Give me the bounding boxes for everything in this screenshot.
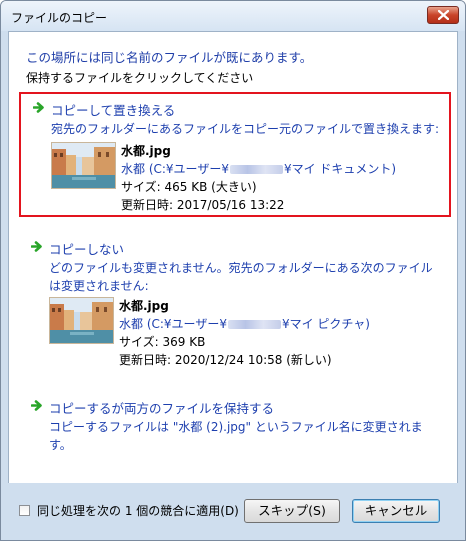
file-path-prefix: 水都 (C:¥ユーザー¥ (119, 317, 227, 331)
dialog-footer: 同じ処理を次の 1 個の競合に適用(D) スキップ(S) キャンセル (1, 483, 465, 540)
conflict-message: この場所には同じ名前のファイルが既にあります。 (26, 50, 313, 65)
close-button[interactable] (427, 6, 459, 24)
file-thumbnail (51, 142, 116, 189)
dialog-content: この場所には同じ名前のファイルが既にあります。 保持するファイルをクリックしてく… (8, 31, 458, 483)
file-path-suffix: ¥マイ ピクチャ) (281, 317, 370, 331)
file-name: 水都.jpg (121, 144, 171, 158)
file-name: 水都.jpg (119, 299, 169, 313)
apply-to-all-checkbox[interactable] (19, 505, 30, 516)
instruction-text: 保持するファイルをクリックしてください (26, 71, 254, 85)
cancel-button[interactable]: キャンセル (352, 499, 440, 523)
file-path-suffix: ¥マイ ドキュメント) (283, 162, 397, 176)
file-details: 水都.jpg 水都 (C:¥ユーザー¥ ¥マイ ドキュメント) サイズ: 465 … (121, 142, 451, 214)
file-details: 水都.jpg 水都 (C:¥ユーザー¥ ¥マイ ピクチャ) サイズ: 369 KB… (119, 297, 449, 369)
option-title: コピーして置き換える (51, 103, 176, 118)
option-title: コピーするが両方のファイルを保持する (49, 401, 275, 416)
redacted-username (229, 165, 283, 174)
green-arrow-icon (31, 241, 42, 252)
option-copy-and-replace[interactable]: コピーして置き換える 宛先のフォルダーにあるファイルをコピー元のファイルで置き換… (19, 92, 451, 217)
green-arrow-icon (31, 400, 42, 411)
skip-button[interactable]: スキップ(S) (244, 499, 340, 523)
file-path: 水都 (C:¥ユーザー¥ ¥マイ ドキュメント) (121, 160, 451, 178)
option-description: コピーするファイルは "水都 (2).jpg" というファイル名に変更されます。 (49, 420, 423, 452)
option-dont-copy[interactable]: コピーしない どのファイルも変更されません。宛先のフォルダーにある次のファイルは… (19, 233, 451, 373)
file-modified: 更新日時: 2017/05/16 13:22 (121, 198, 285, 212)
file-path: 水都 (C:¥ユーザー¥ ¥マイ ピクチャ) (119, 315, 449, 333)
title-bar[interactable]: ファイルのコピー (1, 1, 465, 31)
file-modified: 更新日時: 2020/12/24 10:58 (新しい) (119, 353, 332, 367)
option-keep-both[interactable]: コピーするが両方のファイルを保持する コピーするファイルは "水都 (2).jp… (19, 392, 451, 454)
file-path-prefix: 水都 (C:¥ユーザー¥ (121, 162, 229, 176)
file-thumbnail (49, 297, 114, 344)
close-icon (438, 10, 449, 20)
redacted-username (227, 320, 281, 329)
apply-to-all-label[interactable]: 同じ処理を次の 1 個の競合に適用(D) (37, 502, 239, 519)
option-title: コピーしない (49, 242, 125, 257)
file-size: サイズ: 465 KB (大きい) (121, 180, 257, 194)
window-title: ファイルのコピー (11, 11, 108, 25)
option-description: どのファイルも変更されません。宛先のフォルダーにある次のファイルは変更されません… (49, 261, 433, 293)
copy-file-dialog: ファイルのコピー この場所には同じ名前のファイルが既にあります。 保持するファイ… (0, 0, 466, 541)
option-description: 宛先のフォルダーにあるファイルをコピー元のファイルで置き換えます: (51, 122, 440, 136)
file-size: サイズ: 369 KB (119, 335, 206, 349)
green-arrow-icon (33, 102, 44, 113)
